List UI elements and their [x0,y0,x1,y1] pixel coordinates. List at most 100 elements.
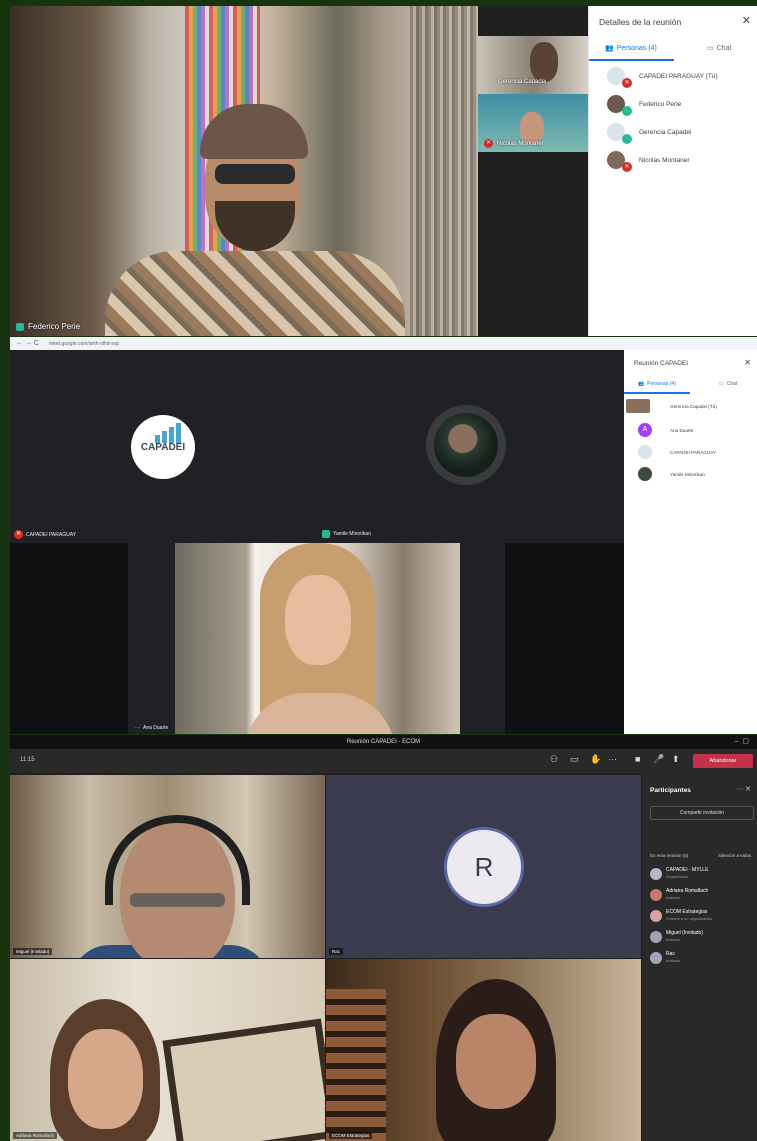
speaker-glasses [215,164,295,184]
avatar [638,467,652,481]
close-icon[interactable]: ✕ [742,14,751,27]
mic-off-icon: ✕ [484,139,493,148]
participant-row[interactable]: A Ana Duarte [626,420,756,440]
meet-window-1: Federico Perie Gerencia Capadei ✕ Nicola… [10,6,757,336]
thumbnail-gerencia[interactable]: Gerencia Capadei [478,36,588,94]
raise-hand-icon[interactable]: ✋ [590,754,601,765]
close-icon[interactable]: ✕ [744,358,751,367]
panel-options-icon[interactable]: ··· ✕ [736,785,751,793]
tab-people-label: Personas (4) [647,381,676,387]
bookshelf [326,989,386,1141]
logo-text: CAPADEI [140,442,186,453]
participant-row[interactable]: ✕ CAPADEI PARAGUAY (Tú) [593,63,753,89]
picture-frame [162,1018,325,1141]
chat-icon[interactable]: ▭ [570,754,579,765]
video-tile-ecom[interactable]: ECOM Estrategias [326,959,641,1141]
meet-window-2: ← → C meet.google.com/amh-xthd-svp CAPAD… [10,337,757,734]
avatar [650,868,662,880]
meeting-details-panel: Detalles de la reunión ✕ 👥 Personas (4) … [588,6,757,336]
tab-chat[interactable]: ▭ Chat [719,381,737,387]
tab-underline [589,59,674,61]
tab-people[interactable]: 👥 Personas (4) [638,381,676,387]
participant-name: CAPADEI - MYLLE [666,867,709,873]
logo-bar [176,423,181,443]
participant-name: ECOM Estrategias [666,909,708,915]
participant-row[interactable]: CAPADEI PARAGUAY [626,442,756,462]
participant-name: Federico Perie [639,100,682,108]
window-title: Reunión CAPADEI - ECOM [10,735,757,749]
tile-name: CAPADEI PARAGUAY [26,531,77,538]
video-tile-ana[interactable] [175,543,460,734]
collage-root: Federico Perie Gerencia Capadei ✕ Nicola… [0,0,757,1141]
avatar [650,952,662,964]
window-controls[interactable]: – ▢ [735,737,749,745]
teams-window: Reunión CAPADEI - ECOM – ▢ 11:15 ⚇ ▭ ✋ ·… [10,735,757,1141]
mic-on-icon: · [622,106,632,116]
tab-underline [624,392,690,394]
thumbnail-strip: Gerencia Capadei ✕ Nicolas Montaner [478,6,588,336]
participant-name: Adriana Romallach [666,888,709,894]
avatar-initial: R [444,827,524,907]
participant-role: Invitado [666,937,681,942]
tab-chat-label: Chat [716,44,732,52]
section-label: En esta reunión (5) [650,853,689,858]
participant-row[interactable]: Rac Invitado [650,949,754,969]
mic-on-icon [16,322,24,331]
participant-row[interactable]: · Federico Perie [593,91,753,117]
participant-row[interactable]: CAPADEI - MYLLE Organizador [650,865,754,885]
camera-icon[interactable]: ■ [635,754,640,764]
thumb-name: Nicolas Montaner [497,140,544,147]
video-tile-miguel[interactable]: Miguel (Invitado) [10,775,325,958]
participant-name: Nicolas Montaner [639,156,690,164]
participant-row[interactable]: · Gerencia Capadei [593,119,753,145]
participant-name: Gerencia Capadei [639,128,692,136]
thumbnail-nicolas[interactable]: ✕ Nicolas Montaner [478,94,588,152]
participant-row[interactable]: Adriana Romallach Invitado [650,886,754,906]
participant-row[interactable]: Gerencia Capadei (Tú) [626,396,756,416]
participant-name: Rac [666,951,675,957]
address-bar[interactable]: meet.google.com/amh-xthd-svp [49,341,119,347]
avatar [650,910,662,922]
capadei-logo[interactable]: CAPADEI [131,415,195,479]
participant-name: CAPADEI PARAGUAY [670,449,716,455]
mute-all-button[interactable]: Silenciar a todos [718,853,751,858]
participant-row[interactable]: Miguel (Invitado) Invitado [650,928,754,948]
participants-icon[interactable]: ⚇ [550,754,558,765]
video-tile-adriana[interactable]: Adriana Romalloch [10,959,325,1141]
mic-icon[interactable]: 🎤 [653,754,664,765]
avatar: ✕ [607,67,632,88]
share-invite-button[interactable]: Compartir invitación [650,806,754,820]
chat-icon: ▭ [707,45,714,52]
logo-bar [169,427,174,443]
tab-people[interactable]: 👥 Personas (4) [605,44,657,53]
avatar [650,889,662,901]
participant-row[interactable]: ✕ Nicolas Montaner [593,147,753,173]
browser-nav-icons[interactable]: ← → C [16,340,39,347]
participant-row[interactable]: ECOM Estrategias Externo a su organizaci… [650,907,754,927]
leave-button[interactable]: Abandonar [693,754,753,768]
thumb-name-tag: Gerencia Capadei [498,79,546,85]
main-video-tile[interactable]: Federico Perie [10,6,478,336]
video-tile-rac[interactable]: R Rac [326,775,641,958]
panel-title: Participantes [650,787,691,794]
more-options-icon[interactable]: ··· [608,754,617,764]
mic-off-icon: ✕ [622,78,632,88]
empty-tile-right [505,543,624,734]
participant-row[interactable]: Yamile Minorikan [626,464,756,484]
background-window [410,6,478,336]
mic-on-icon [322,530,330,538]
tab-chat-label: Chat [726,381,738,387]
avatar: · [607,95,632,116]
headphones-icon [105,815,250,905]
avatar-yamile[interactable] [426,405,506,485]
avatar: · [607,123,632,144]
share-icon[interactable]: ⬆ [672,754,680,765]
empty-tile-left [10,543,128,734]
participant-role: Invitado [666,895,681,900]
tile-name: ECOM Estrategias [329,1132,373,1139]
tab-chat[interactable]: ▭ Chat [707,44,732,53]
avatar: A [638,423,652,437]
participant-role: Externo a su organización [666,916,713,921]
avatar [626,399,650,413]
participant-name: Yamile Minorikan [670,471,705,477]
